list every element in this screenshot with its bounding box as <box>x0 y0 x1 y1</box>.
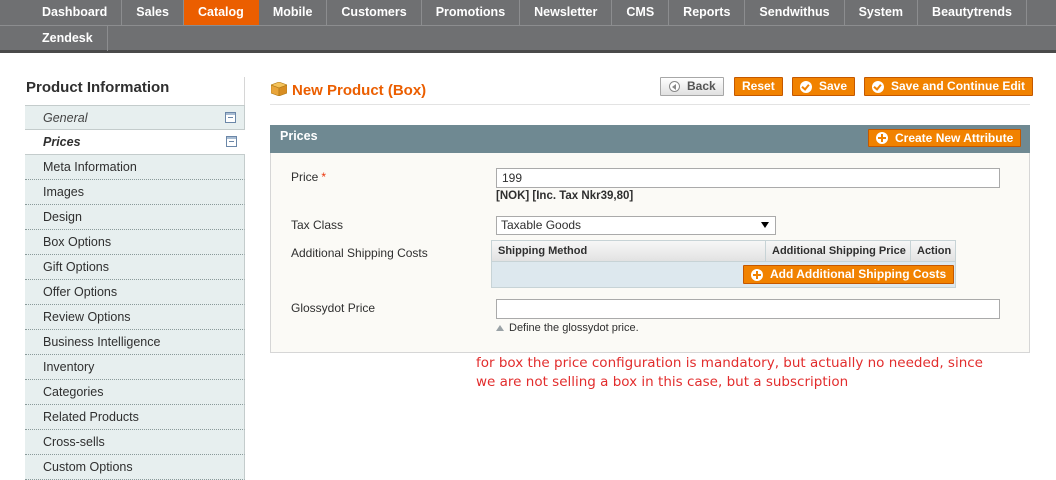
sidebar-item-categories[interactable]: Categories <box>25 380 245 405</box>
glossydot-price-hint: Define the glossydot price. <box>496 322 639 334</box>
price-currency-note: [NOK] [Inc. Tax Nkr39,80] <box>496 190 634 202</box>
prices-fieldset-title: Prices <box>280 129 318 143</box>
save-and-continue-label: Save and Continue Edit <box>891 79 1026 93</box>
plus-icon <box>876 132 888 144</box>
save-button-label: Save <box>819 79 848 93</box>
dropdown-arrow-icon <box>761 222 769 228</box>
column-additional-shipping-price: Additional Shipping Price <box>766 241 911 262</box>
check-icon <box>800 80 812 93</box>
save-and-continue-button[interactable]: Save and Continue Edit <box>864 77 1034 96</box>
glossydot-price-label: Glossydot Price <box>291 301 376 315</box>
nav-sendwithus[interactable]: Sendwithus <box>745 0 845 25</box>
add-shipping-label: Add Additional Shipping Costs <box>770 267 947 281</box>
prices-fieldset-header: Prices Create New Attribute <box>270 125 1030 153</box>
sidebar-item-inventory[interactable]: Inventory <box>25 355 245 380</box>
nav-row-primary: Dashboard Sales Catalog Mobile Customers… <box>28 0 1027 25</box>
back-button-label: Back <box>687 79 716 93</box>
nav-catalog[interactable]: Catalog <box>183 0 259 25</box>
plus-icon <box>751 268 763 281</box>
sidebar-tab-general[interactable]: General <box>25 105 245 130</box>
tax-class-label: Tax Class <box>291 218 344 232</box>
back-arrow-icon <box>669 81 680 92</box>
tax-class-selected-value: Taxable Goods <box>501 218 582 232</box>
create-attribute-label: Create New Attribute <box>895 130 1014 145</box>
page-title: New Product (Box) <box>292 82 427 99</box>
glossydot-hint-text: Define the glossydot price. <box>509 322 639 334</box>
nav-beautytrends[interactable]: Beautytrends <box>918 0 1027 25</box>
sidebar-tab-prices[interactable]: Prices <box>25 130 245 155</box>
sidebar-item-business-intelligence[interactable]: Business Intelligence <box>25 330 245 355</box>
shipping-table-footer: Add Additional Shipping Costs <box>492 262 955 287</box>
product-info-sidebar: Product Information General Prices Meta … <box>25 77 245 480</box>
price-label-text: Price <box>291 170 319 184</box>
sidebar-item-meta-information[interactable]: Meta Information <box>25 155 245 180</box>
nav-row-divider <box>0 25 1056 26</box>
shipping-table-header: Shipping Method Additional Shipping Pric… <box>492 241 955 262</box>
nav-dashboard[interactable]: Dashboard <box>28 0 123 25</box>
box-product-icon <box>271 82 287 96</box>
glossydot-price-input[interactable] <box>496 299 1000 319</box>
sidebar-title: Product Information <box>25 77 245 105</box>
nav-customers[interactable]: Customers <box>327 0 422 25</box>
top-navigation: Dashboard Sales Catalog Mobile Customers… <box>0 0 1056 53</box>
nav-promotions[interactable]: Promotions <box>422 0 521 25</box>
nav-cms[interactable]: CMS <box>612 0 670 25</box>
column-action: Action <box>917 245 952 257</box>
sidebar-item-offer-options[interactable]: Offer Options <box>25 280 245 305</box>
nav-row-secondary: Zendesk <box>28 26 108 51</box>
sidebar-item-images[interactable]: Images <box>25 180 245 205</box>
additional-shipping-label: Additional Shipping Costs <box>291 246 428 260</box>
sidebar-item-review-options[interactable]: Review Options <box>25 305 245 330</box>
nav-reports[interactable]: Reports <box>669 0 746 25</box>
changed-state-icon <box>226 136 237 147</box>
check-icon <box>872 80 884 93</box>
price-input[interactable]: 199 <box>496 168 1000 188</box>
save-button[interactable]: Save <box>792 77 856 96</box>
create-new-attribute-button[interactable]: Create New Attribute <box>868 129 1022 147</box>
changed-state-icon <box>225 112 236 123</box>
column-shipping-method: Shipping Method <box>492 241 766 262</box>
shipping-costs-table: Shipping Method Additional Shipping Pric… <box>491 240 956 288</box>
required-mark: * <box>321 170 327 184</box>
red-annotation: for box the price configuration is manda… <box>476 354 996 392</box>
price-label: Price * <box>291 170 326 184</box>
header-divider <box>270 104 1030 105</box>
add-additional-shipping-button[interactable]: Add Additional Shipping Costs <box>743 265 955 284</box>
nav-newsletter[interactable]: Newsletter <box>520 0 613 25</box>
nav-mobile[interactable]: Mobile <box>259 0 328 25</box>
nav-system[interactable]: System <box>845 0 919 25</box>
reset-button-label: Reset <box>742 79 775 93</box>
reset-button[interactable]: Reset <box>734 77 783 96</box>
nav-zendesk[interactable]: Zendesk <box>28 26 108 51</box>
tax-class-select[interactable]: Taxable Goods <box>496 216 776 235</box>
sidebar-item-related-products[interactable]: Related Products <box>25 405 245 430</box>
back-button[interactable]: Back <box>660 77 724 96</box>
hint-arrow-icon <box>496 325 504 331</box>
annotation-line-2: we are not selling a box in this case, b… <box>476 374 849 390</box>
nav-sales[interactable]: Sales <box>122 0 184 25</box>
sidebar-item-gift-options[interactable]: Gift Options <box>25 255 245 280</box>
sidebar-item-design[interactable]: Design <box>25 205 245 230</box>
sidebar-tab-label: Prices <box>43 135 81 149</box>
sidebar-item-box-options[interactable]: Box Options <box>25 230 245 255</box>
annotation-line-1: for box the price configuration is manda… <box>476 355 983 371</box>
sidebar-tab-label: General <box>43 111 88 125</box>
sidebar-item-cross-sells[interactable]: Cross-sells <box>25 430 245 455</box>
